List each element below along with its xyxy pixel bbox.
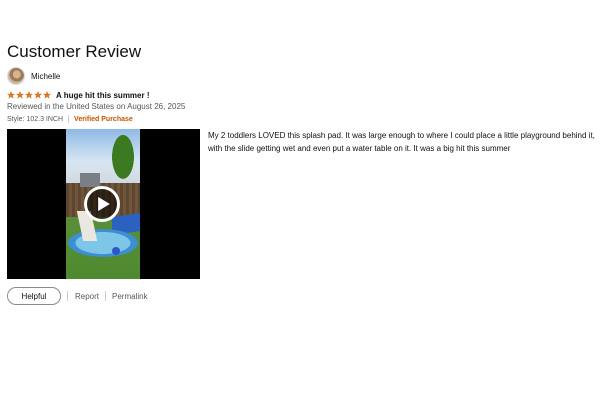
star-icon xyxy=(16,91,24,99)
permalink-link[interactable]: Permalink xyxy=(112,292,148,301)
review-headline[interactable]: A huge hit this summer ! xyxy=(56,91,150,100)
ball-graphic xyxy=(112,247,120,255)
review-video[interactable] xyxy=(7,129,200,279)
action-divider xyxy=(67,291,68,301)
page-title: Customer Review xyxy=(7,42,142,61)
reviewer-profile[interactable]: Michelle xyxy=(7,67,60,85)
reviewer-name[interactable]: Michelle xyxy=(31,72,60,81)
star-icon xyxy=(34,91,42,99)
helpful-button[interactable]: Helpful xyxy=(7,287,61,305)
splash-pad-graphic xyxy=(68,229,138,257)
action-divider xyxy=(105,291,107,301)
avatar[interactable] xyxy=(7,67,25,85)
review-body: My 2 toddlers LOVED this splash pad. It … xyxy=(208,131,595,153)
tree-graphic xyxy=(106,129,140,191)
star-icon xyxy=(25,91,33,99)
rating-row: A huge hit this summer ! xyxy=(7,90,150,100)
verified-purchase-badge: Verified Purchase xyxy=(74,115,133,123)
star-icon xyxy=(7,91,15,99)
report-link[interactable]: Report xyxy=(75,292,99,301)
meta-divider xyxy=(68,115,70,123)
play-button[interactable] xyxy=(84,186,120,222)
style-label: Style: 102.3 INCH xyxy=(7,115,64,123)
star-rating[interactable] xyxy=(7,91,51,99)
house-graphic xyxy=(80,173,100,187)
review-meta: Style: 102.3 INCH Verified Purchase xyxy=(7,115,133,123)
star-icon xyxy=(43,91,51,99)
review-page: Customer Review Michelle A huge hit this… xyxy=(0,0,600,400)
play-icon xyxy=(97,197,110,211)
review-actions: Helpful Report Permalink xyxy=(7,287,148,305)
review-date: Reviewed in the United States on August … xyxy=(7,102,186,111)
